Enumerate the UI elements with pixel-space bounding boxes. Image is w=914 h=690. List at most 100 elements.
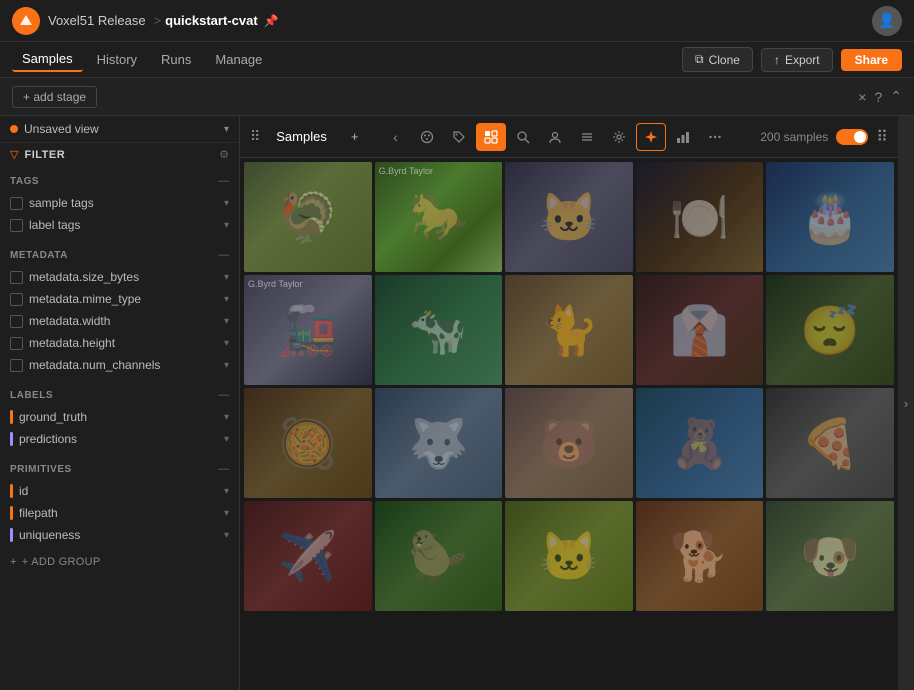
labels-collapse-icon[interactable]: — [218, 389, 229, 401]
collapse-button[interactable]: ⌃ [890, 88, 902, 105]
more-icon [708, 130, 722, 144]
image-cell-12[interactable]: 🐺 [375, 388, 503, 498]
user-avatar[interactable]: 👤 [872, 6, 902, 36]
label-tags-label: label tags [29, 218, 218, 232]
tab-history[interactable]: History [87, 48, 147, 71]
app-logo[interactable] [12, 7, 40, 35]
image-cell-1[interactable]: 🦃 [244, 162, 372, 272]
uniqueness-color [10, 528, 13, 542]
mime-type-label: metadata.mime_type [29, 292, 218, 306]
clone-button[interactable]: ⧉ Clone [682, 47, 753, 72]
image-cell-14[interactable]: 🧸 [636, 388, 764, 498]
sidebar-item-label-tags[interactable]: label tags ▾ [0, 214, 239, 236]
image-shape-20: 🐶 [766, 501, 894, 611]
sidebar-item-id[interactable]: id ▾ [0, 480, 239, 502]
width-checkbox[interactable] [10, 315, 23, 328]
image-cell-17[interactable]: 🦫 [375, 501, 503, 611]
sidebar-item-mime-type[interactable]: metadata.mime_type ▾ [0, 288, 239, 310]
search-button[interactable] [508, 123, 538, 151]
tags-collapse-icon[interactable]: — [218, 175, 229, 187]
app-name: Voxel51 Release [48, 13, 146, 28]
view-toggle[interactable] [836, 129, 868, 145]
metadata-title: METADATA [10, 250, 212, 261]
ai-icon [644, 130, 658, 144]
add-group-button[interactable]: + + ADD GROUP [0, 550, 239, 574]
sidebar-item-width[interactable]: metadata.width ▾ [0, 310, 239, 332]
image-shape-18: 🐱 [505, 501, 633, 611]
export-button[interactable]: ↑ Export [761, 48, 833, 72]
share-button[interactable]: Share [841, 49, 902, 71]
image-shape-10: 😴 [766, 275, 894, 385]
sidebar-item-predictions[interactable]: predictions ▾ [0, 428, 239, 450]
image-cell-8[interactable]: 🐈 [505, 275, 633, 385]
clear-stage-button[interactable]: × [858, 89, 866, 105]
sidebar-item-height[interactable]: metadata.height ▾ [0, 332, 239, 354]
toolbar-tab-samples[interactable]: Samples [266, 125, 337, 148]
image-cell-15[interactable]: 🍕 [766, 388, 894, 498]
sidebar-item-size-bytes[interactable]: metadata.size_bytes ▾ [0, 266, 239, 288]
image-cell-5[interactable]: 🎂 [766, 162, 894, 272]
settings-button[interactable] [604, 123, 634, 151]
chart-button[interactable] [668, 123, 698, 151]
image-shape-4: 🍽️ [636, 162, 764, 272]
sidebar-item-num-channels[interactable]: metadata.num_channels ▾ [0, 354, 239, 376]
more-button[interactable] [700, 123, 730, 151]
primitives-section: PRIMITIVES — id ▾ filepath ▾ uniqueness … [0, 454, 239, 550]
image-cell-4[interactable]: 🍽️ [636, 162, 764, 272]
sidebar-item-uniqueness[interactable]: uniqueness ▾ [0, 524, 239, 546]
tab-manage[interactable]: Manage [205, 48, 272, 71]
image-cell-7[interactable]: 🐄 [375, 275, 503, 385]
nav-back-button[interactable]: ‹ [380, 123, 410, 151]
scroll-right-button[interactable]: › [898, 116, 914, 690]
metadata-collapse-icon[interactable]: — [218, 249, 229, 261]
help-button[interactable]: ? [874, 89, 882, 105]
primitives-collapse-icon[interactable]: — [218, 463, 229, 475]
tab-runs[interactable]: Runs [151, 48, 201, 71]
grid-menu-icon: ⠿ [250, 128, 260, 145]
image-shape-13: 🐻 [505, 388, 633, 498]
chart-icon [676, 130, 690, 144]
toolbar-add-tab[interactable]: + [341, 125, 369, 148]
image-cell-3[interactable]: 🐱 [505, 162, 633, 272]
filter-button[interactable] [476, 123, 506, 151]
image-cell-10[interactable]: 😴 [766, 275, 894, 385]
image-cell-9[interactable]: 👔 [636, 275, 764, 385]
image-cell-18[interactable]: 🐱 [505, 501, 633, 611]
primitives-title: PRIMITIVES [10, 464, 212, 475]
uniqueness-label: uniqueness [19, 528, 218, 542]
tab-samples[interactable]: Samples [12, 47, 83, 72]
labels-section-header: LABELS — [0, 384, 239, 406]
palette-button[interactable] [412, 123, 442, 151]
mime-type-checkbox[interactable] [10, 293, 23, 306]
nav-actions: ⧉ Clone ↑ Export Share [682, 47, 902, 72]
tag-button[interactable] [444, 123, 474, 151]
tags-title: TAGS [10, 176, 212, 187]
sidebar-item-sample-tags[interactable]: sample tags ▾ [0, 192, 239, 214]
image-cell-11[interactable]: 🥘 [244, 388, 372, 498]
person-button[interactable] [540, 123, 570, 151]
image-grid: 🦃 G.Byrd Taylor 🐎 🐱 🍽️ 🎂 G.Byrd Taylor 🚂 [240, 158, 898, 690]
pin-icon[interactable]: 📌 [264, 14, 279, 28]
sidebar-item-ground-truth[interactable]: ground_truth ▾ [0, 406, 239, 428]
project-name[interactable]: quickstart-cvat [165, 13, 257, 28]
grid-view-icon[interactable]: ⠿ [876, 127, 888, 147]
ai-button[interactable] [636, 123, 666, 151]
label-tags-checkbox[interactable] [10, 219, 23, 232]
sample-tags-checkbox[interactable] [10, 197, 23, 210]
height-checkbox[interactable] [10, 337, 23, 350]
content-area: ⠿ Samples + ‹ [240, 116, 898, 690]
ground-truth-label: ground_truth [19, 410, 218, 424]
image-cell-13[interactable]: 🐻 [505, 388, 633, 498]
image-cell-19[interactable]: 🐕 [636, 501, 764, 611]
image-cell-6[interactable]: G.Byrd Taylor 🚂 [244, 275, 372, 385]
sidebar-item-filepath[interactable]: filepath ▾ [0, 502, 239, 524]
image-cell-2[interactable]: G.Byrd Taylor 🐎 [375, 162, 503, 272]
size-bytes-checkbox[interactable] [10, 271, 23, 284]
list-button[interactable] [572, 123, 602, 151]
num-channels-checkbox[interactable] [10, 359, 23, 372]
image-cell-20[interactable]: 🐶 [766, 501, 894, 611]
add-stage-button[interactable]: + add stage [12, 86, 97, 108]
view-selector[interactable]: Unsaved view ▾ [0, 116, 239, 143]
filter-settings-icon[interactable]: ⚙ [219, 148, 229, 161]
image-cell-16[interactable]: ✈️ [244, 501, 372, 611]
